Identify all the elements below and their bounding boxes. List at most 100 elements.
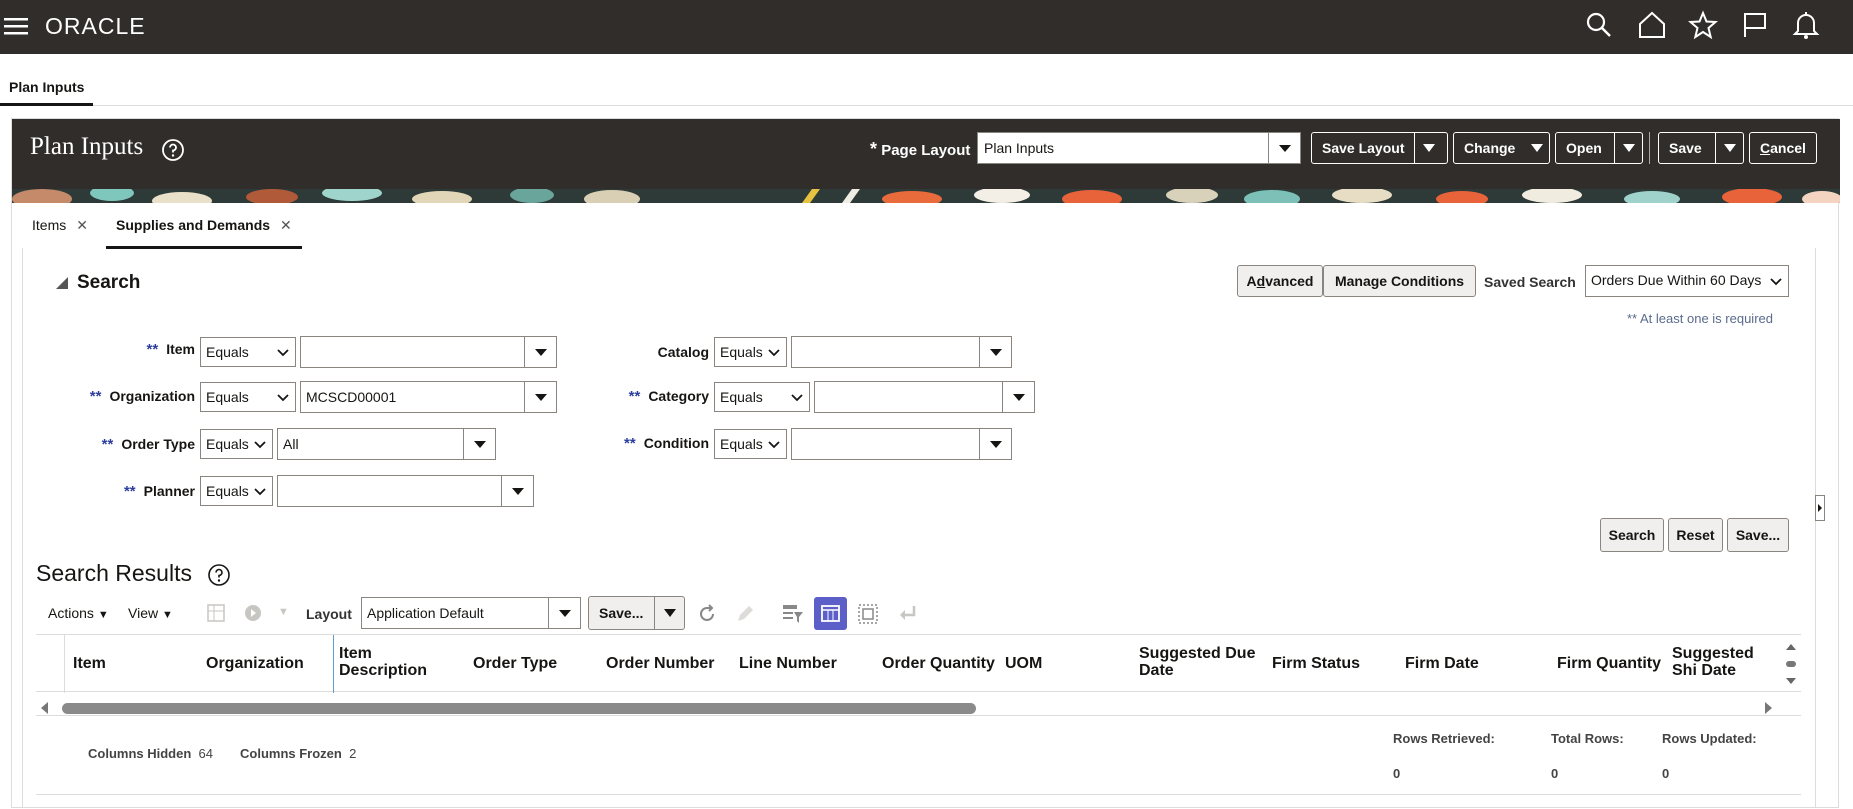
condition-input[interactable]: [791, 428, 1012, 460]
chevron-down-icon: [791, 394, 803, 402]
catalog-operator-select[interactable]: Equals: [714, 337, 787, 367]
refresh-icon[interactable]: [696, 603, 718, 625]
table-view-icon: [821, 605, 840, 622]
chevron-down-icon[interactable]: [548, 598, 580, 628]
col-header-firm-date[interactable]: Firm Date: [1405, 655, 1479, 672]
view-menu[interactable]: View ▼: [128, 605, 173, 621]
go-icon[interactable]: [243, 603, 263, 623]
catalog-input[interactable]: [791, 336, 1012, 368]
scroll-right-icon[interactable]: [1763, 702, 1773, 714]
vertical-scrollbar[interactable]: [1783, 641, 1799, 687]
favorites-star-icon[interactable]: [1688, 10, 1718, 40]
col-header-firm-status[interactable]: Firm Status: [1272, 655, 1360, 672]
col-header-item[interactable]: Item: [73, 655, 106, 672]
chevron-down-icon: ▼: [161, 609, 173, 621]
help-icon[interactable]: [207, 563, 231, 587]
order-type-lov-icon[interactable]: [463, 429, 495, 459]
reset-button[interactable]: Reset: [1668, 518, 1723, 552]
item-lov-icon[interactable]: [524, 337, 556, 367]
organization-operator-select[interactable]: Equals: [200, 382, 296, 412]
search-icon[interactable]: [1584, 10, 1614, 40]
close-icon[interactable]: ✕: [280, 217, 292, 234]
close-icon[interactable]: ✕: [76, 217, 88, 234]
frozen-column-divider: [333, 635, 334, 693]
col-header-firm-quantity[interactable]: Firm Quantity: [1557, 655, 1661, 672]
save-layout-results-button[interactable]: Save...: [588, 596, 685, 630]
notifications-bell-icon[interactable]: [1791, 10, 1821, 40]
condition-lov-icon[interactable]: [979, 429, 1011, 459]
planner-input[interactable]: [277, 475, 534, 507]
collapse-triangle-icon[interactable]: [55, 276, 69, 290]
col-header-order-number[interactable]: Order Number: [606, 655, 714, 672]
col-header-order-type[interactable]: Order Type: [473, 655, 557, 672]
detach-icon[interactable]: [856, 602, 880, 626]
column-layout-toggle[interactable]: [814, 597, 847, 630]
open-button[interactable]: Open: [1555, 132, 1643, 164]
tab-supplies-and-demands[interactable]: Supplies and Demands ✕: [106, 205, 302, 249]
category-lov-icon[interactable]: [1002, 382, 1034, 412]
layout-select[interactable]: Application Default: [361, 597, 581, 629]
planner-lov-icon[interactable]: [501, 476, 533, 506]
side-panel-toggle[interactable]: [1815, 495, 1825, 521]
tab-plan-inputs[interactable]: Plan Inputs: [0, 74, 94, 106]
col-header-order-quantity[interactable]: Order Quantity: [882, 655, 995, 672]
order-type-operator-select[interactable]: Equals: [200, 429, 273, 459]
horizontal-scrollbar[interactable]: [36, 700, 1801, 716]
order-type-input[interactable]: All: [277, 428, 496, 460]
item-operator-select[interactable]: Equals: [200, 337, 296, 367]
home-icon[interactable]: [1637, 10, 1667, 40]
search-results-title: Search Results: [36, 560, 192, 586]
save-menu-icon[interactable]: [654, 597, 684, 629]
col-header-uom[interactable]: UOM: [1005, 655, 1042, 672]
search-section-title: Search: [77, 272, 141, 293]
catalog-lov-icon[interactable]: [979, 337, 1011, 367]
col-header-organization[interactable]: Organization: [206, 655, 304, 672]
results-table: Item Organization Item Description Order…: [36, 634, 1801, 693]
saved-search-select[interactable]: Orders Due Within 60 Days: [1585, 265, 1789, 297]
flag-icon[interactable]: [1740, 10, 1770, 40]
item-input[interactable]: [300, 336, 557, 368]
cancel-button[interactable]: Cancel: [1749, 132, 1817, 164]
actions-menu[interactable]: Actions ▼: [48, 605, 109, 621]
category-label: ** Category: [628, 388, 709, 405]
col-header-item-description[interactable]: Item Description: [339, 645, 429, 679]
organization-input[interactable]: MCSCD00001: [300, 381, 557, 413]
wrap-icon[interactable]: [896, 603, 918, 625]
search-button[interactable]: Search: [1600, 518, 1664, 552]
condition-operator-select[interactable]: Equals: [714, 429, 787, 459]
manage-conditions-button[interactable]: Manage Conditions: [1323, 265, 1476, 297]
menu-icon[interactable]: [4, 14, 28, 38]
page-layout-select[interactable]: Plan Inputs: [977, 132, 1301, 164]
save-layout-menu-icon[interactable]: [1414, 133, 1442, 163]
category-operator-select[interactable]: Equals: [714, 382, 810, 412]
page-header: Plan Inputs * Page Layout Plan Inputs Sa…: [12, 119, 1840, 189]
scroll-thumb[interactable]: [62, 703, 976, 714]
filter-columns-icon[interactable]: [781, 602, 805, 626]
save-menu-icon[interactable]: [1715, 133, 1743, 163]
chevron-down-icon[interactable]: [1268, 133, 1300, 163]
open-menu-icon[interactable]: [1614, 133, 1642, 163]
organization-lov-icon[interactable]: [524, 382, 556, 412]
planner-operator-select[interactable]: Equals: [200, 476, 273, 506]
save-layout-button[interactable]: Save Layout: [1311, 132, 1448, 164]
go-menu-icon[interactable]: ▼: [278, 606, 289, 618]
help-icon[interactable]: [161, 138, 185, 162]
saved-search-label: Saved Search: [1484, 274, 1576, 290]
save-search-button[interactable]: Save...: [1727, 518, 1789, 552]
tab-items[interactable]: Items ✕: [22, 205, 98, 249]
col-header-suggested-due-date[interactable]: Suggested Due Date: [1139, 645, 1264, 679]
organization-label: ** Organization: [89, 388, 195, 405]
page-layout-label: * Page Layout: [870, 139, 971, 159]
freeze-icon[interactable]: [206, 603, 226, 623]
advanced-button[interactable]: Ad vanced: [1237, 265, 1323, 297]
col-header-line-number[interactable]: Line Number: [739, 655, 837, 672]
scroll-left-icon[interactable]: [40, 702, 50, 714]
col-header-suggested-ship-date[interactable]: Suggested Shi Date: [1672, 645, 1782, 679]
change-button[interactable]: Change: [1453, 132, 1550, 164]
chevron-down-icon: [254, 441, 266, 449]
change-menu-icon[interactable]: [1525, 143, 1549, 153]
category-input[interactable]: [814, 381, 1035, 413]
item-label: ** Item: [146, 341, 195, 358]
edit-pencil-icon[interactable]: [734, 603, 756, 625]
save-button[interactable]: Save: [1658, 132, 1744, 164]
